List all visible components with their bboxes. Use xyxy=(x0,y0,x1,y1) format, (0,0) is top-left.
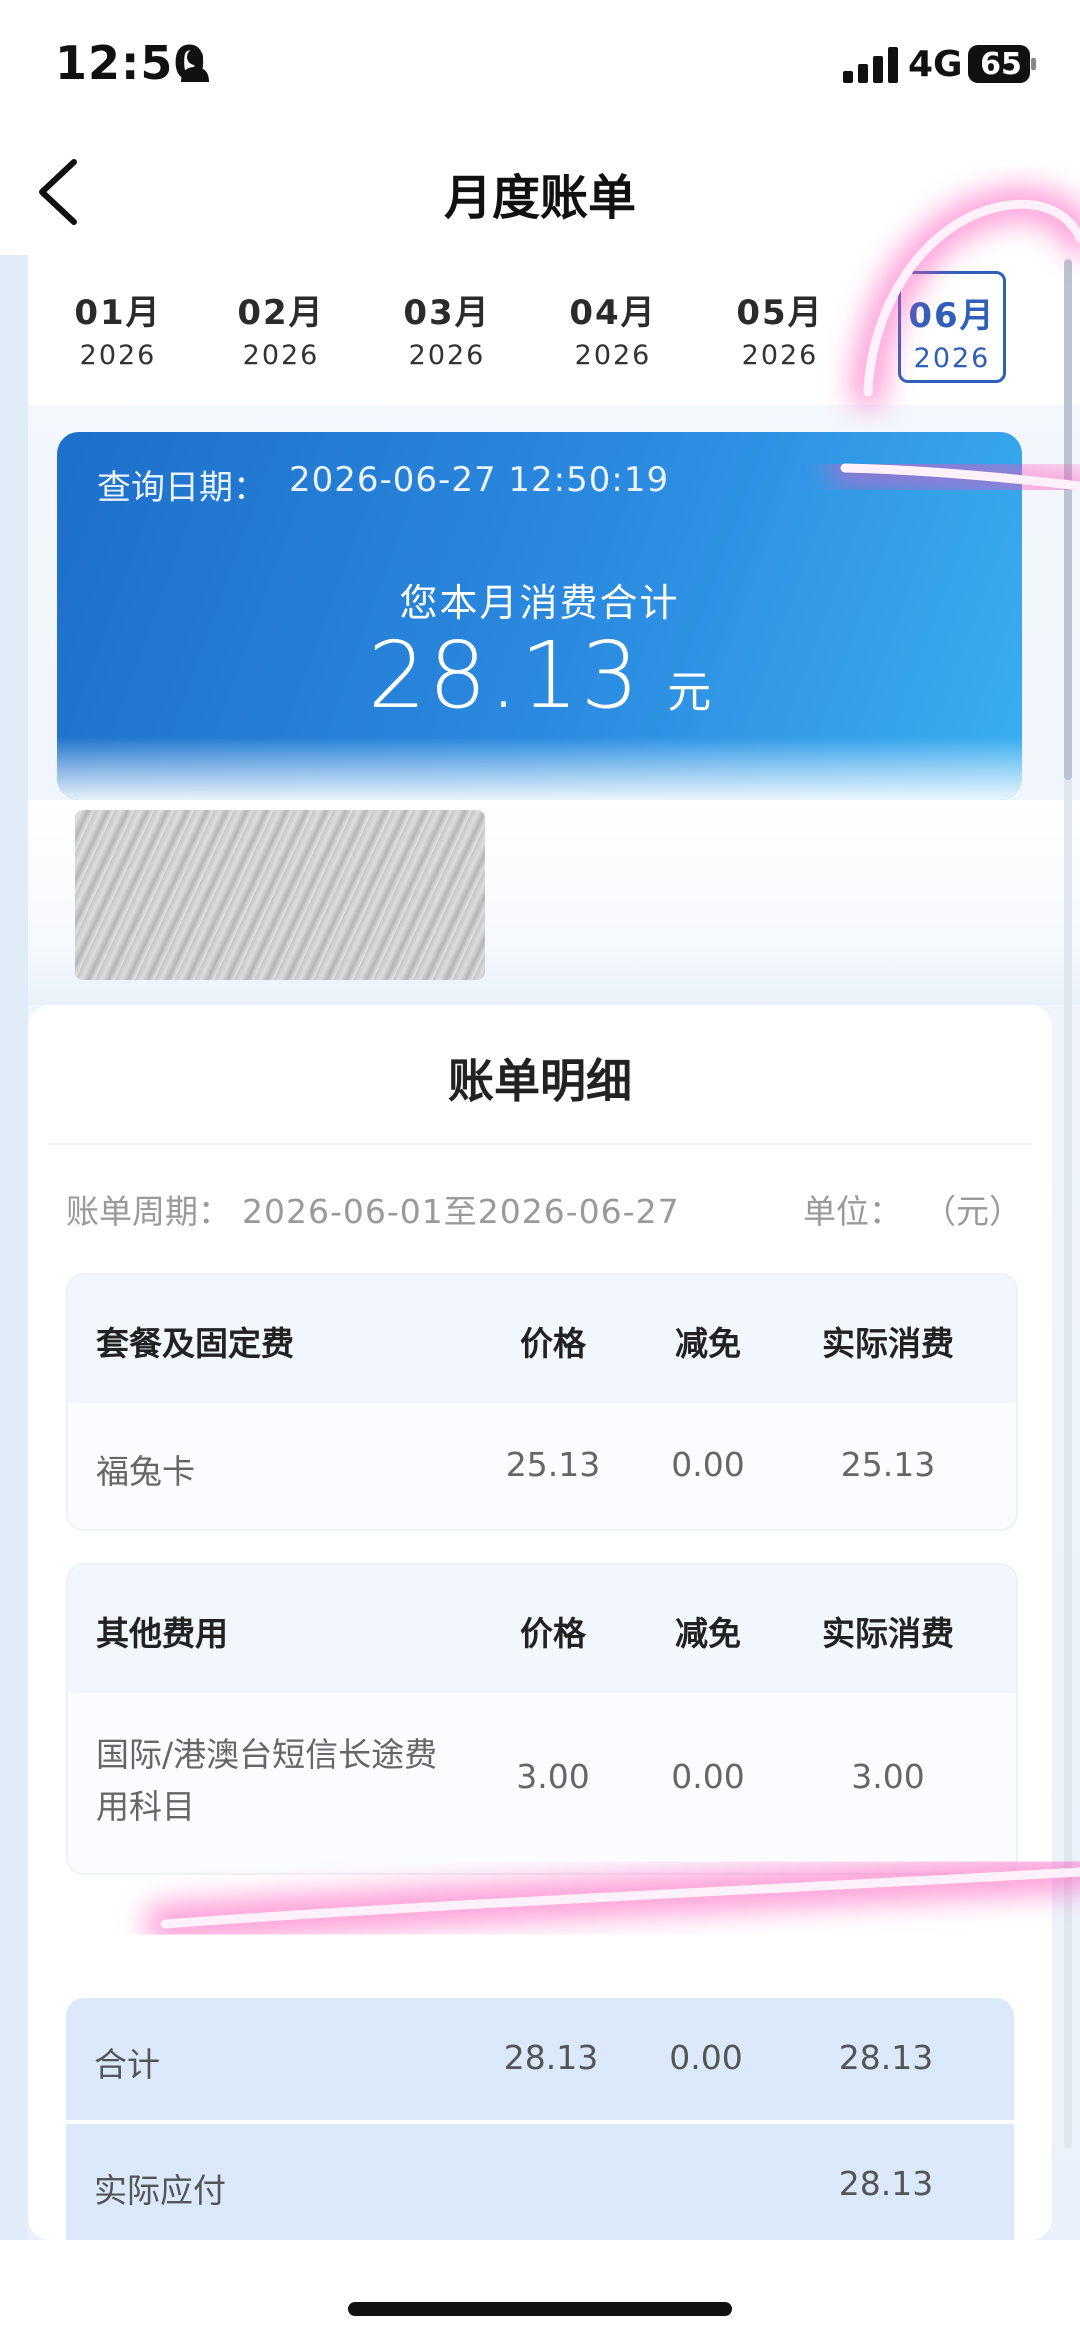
status-bar: 12:50 4G 65 xyxy=(0,0,1080,130)
tab-month-05[interactable]: 05月 2026 xyxy=(726,271,834,383)
header-actual: 实际消费 xyxy=(822,1324,954,1363)
monthly-summary-card: 查询日期： 2026-06-27 12:50:19 您本月消费合计 28.13 元 xyxy=(57,432,1022,800)
tab-month-label: 05月 xyxy=(736,293,824,333)
detail-title: 账单明细 xyxy=(448,1054,632,1108)
tab-month-01[interactable]: 01月 2026 xyxy=(64,271,172,383)
row-actual: 3.00 xyxy=(851,1757,925,1796)
scrollbar-thumb[interactable] xyxy=(1064,260,1072,780)
row-price: 25.13 xyxy=(505,1445,601,1484)
tab-year-label: 2026 xyxy=(408,340,486,371)
row-item: 福兔卡 xyxy=(96,1452,195,1491)
header-actual: 实际消费 xyxy=(822,1614,954,1653)
network-label: 4G xyxy=(908,44,963,85)
payable-label: 实际应付 xyxy=(94,2171,226,2210)
total-actual: 28.13 xyxy=(838,2038,934,2077)
redacted-info xyxy=(75,810,485,980)
total-price: 28.13 xyxy=(503,2038,599,2077)
table-row: 国际/港澳台短信长途费用科目 3.00 0.00 3.00 xyxy=(68,1693,1016,1873)
total-row: 合计 28.13 0.00 28.13 xyxy=(66,1998,1014,2120)
tab-month-label: 06月 xyxy=(908,296,996,336)
query-date-label: 查询日期： xyxy=(97,468,267,508)
total-unit: 元 xyxy=(667,667,712,718)
header-item: 其他费用 xyxy=(96,1614,228,1653)
cloud-decoration xyxy=(57,737,1022,800)
tab-month-03[interactable]: 03月 2026 xyxy=(393,271,501,383)
header-discount: 减免 xyxy=(675,1614,741,1653)
tab-month-02[interactable]: 02月 2026 xyxy=(227,271,335,383)
row-discount: 0.00 xyxy=(671,1445,745,1484)
signal-icon xyxy=(843,47,898,83)
tab-month-04[interactable]: 04月 2026 xyxy=(559,271,667,383)
total-label: 合计 xyxy=(94,2045,160,2084)
month-tabs: 01月 2026 02月 2026 03月 2026 04月 2026 05月 … xyxy=(28,255,1080,405)
unit-value: （元） xyxy=(923,1192,1022,1231)
payable-row: 实际应付 28.13 xyxy=(66,2120,1014,2240)
total-amount-row: 28.13 元 xyxy=(57,622,1022,729)
home-indicator[interactable] xyxy=(348,2302,732,2316)
header-price: 价格 xyxy=(520,1614,586,1653)
side-strip xyxy=(0,255,28,2240)
row-actual: 25.13 xyxy=(840,1445,936,1484)
tab-year-label: 2026 xyxy=(574,340,652,371)
tab-month-label: 03月 xyxy=(403,293,491,333)
total-caption: 您本月消费合计 xyxy=(399,581,680,625)
battery-level: 65 xyxy=(980,47,1022,82)
bill-detail-card: 账单明细 账单周期： 2026-06-01至2026-06-27 单位： （元）… xyxy=(28,1005,1052,2240)
table-header: 套餐及固定费 价格 减免 实际消费 xyxy=(68,1275,1016,1403)
payable-amount: 28.13 xyxy=(838,2164,934,2203)
total-amount: 28.13 xyxy=(367,622,642,729)
tab-month-label: 01月 xyxy=(74,293,162,333)
tab-month-label: 04月 xyxy=(569,293,657,333)
query-date-value: 2026-06-27 12:50:19 xyxy=(289,460,670,500)
unit-label: 单位： xyxy=(803,1192,902,1231)
tab-year-label: 2026 xyxy=(79,340,157,371)
tab-year-label: 2026 xyxy=(242,340,320,371)
table-row: 福兔卡 25.13 0.00 25.13 xyxy=(68,1403,1016,1529)
header-price: 价格 xyxy=(520,1324,586,1363)
row-price: 3.00 xyxy=(516,1757,590,1796)
row-discount: 0.00 xyxy=(671,1757,745,1796)
other-fee-table: 其他费用 价格 减免 实际消费 国际/港澳台短信长途费用科目 3.00 0.00… xyxy=(66,1563,1018,1875)
tab-year-label: 2026 xyxy=(741,340,819,371)
period-value: 2026-06-01至2026-06-27 xyxy=(242,1192,680,1231)
nav-bar: 月度账单 xyxy=(0,130,1080,255)
table-header: 其他费用 价格 减免 实际消费 xyxy=(68,1565,1016,1693)
person-icon xyxy=(181,49,209,82)
home-bar-area xyxy=(0,2240,1080,2339)
period-label: 账单周期： xyxy=(66,1192,231,1231)
page-title: 月度账单 xyxy=(443,170,636,226)
total-discount: 0.00 xyxy=(669,2038,743,2077)
header-item: 套餐及固定费 xyxy=(96,1324,294,1363)
package-fee-table: 套餐及固定费 价格 减免 实际消费 福兔卡 25.13 0.00 25.13 xyxy=(66,1273,1018,1531)
tab-month-06[interactable]: 06月 2026 xyxy=(898,271,1006,383)
divider xyxy=(48,1143,1032,1145)
header-discount: 减免 xyxy=(675,1324,741,1363)
totals-block: 合计 28.13 0.00 28.13 实际应付 28.13 xyxy=(66,1998,1014,2240)
tab-month-label: 02月 xyxy=(237,293,325,333)
row-item: 国际/港澳台短信长途费用科目 xyxy=(96,1735,438,1826)
tab-year-label: 2026 xyxy=(913,343,991,374)
